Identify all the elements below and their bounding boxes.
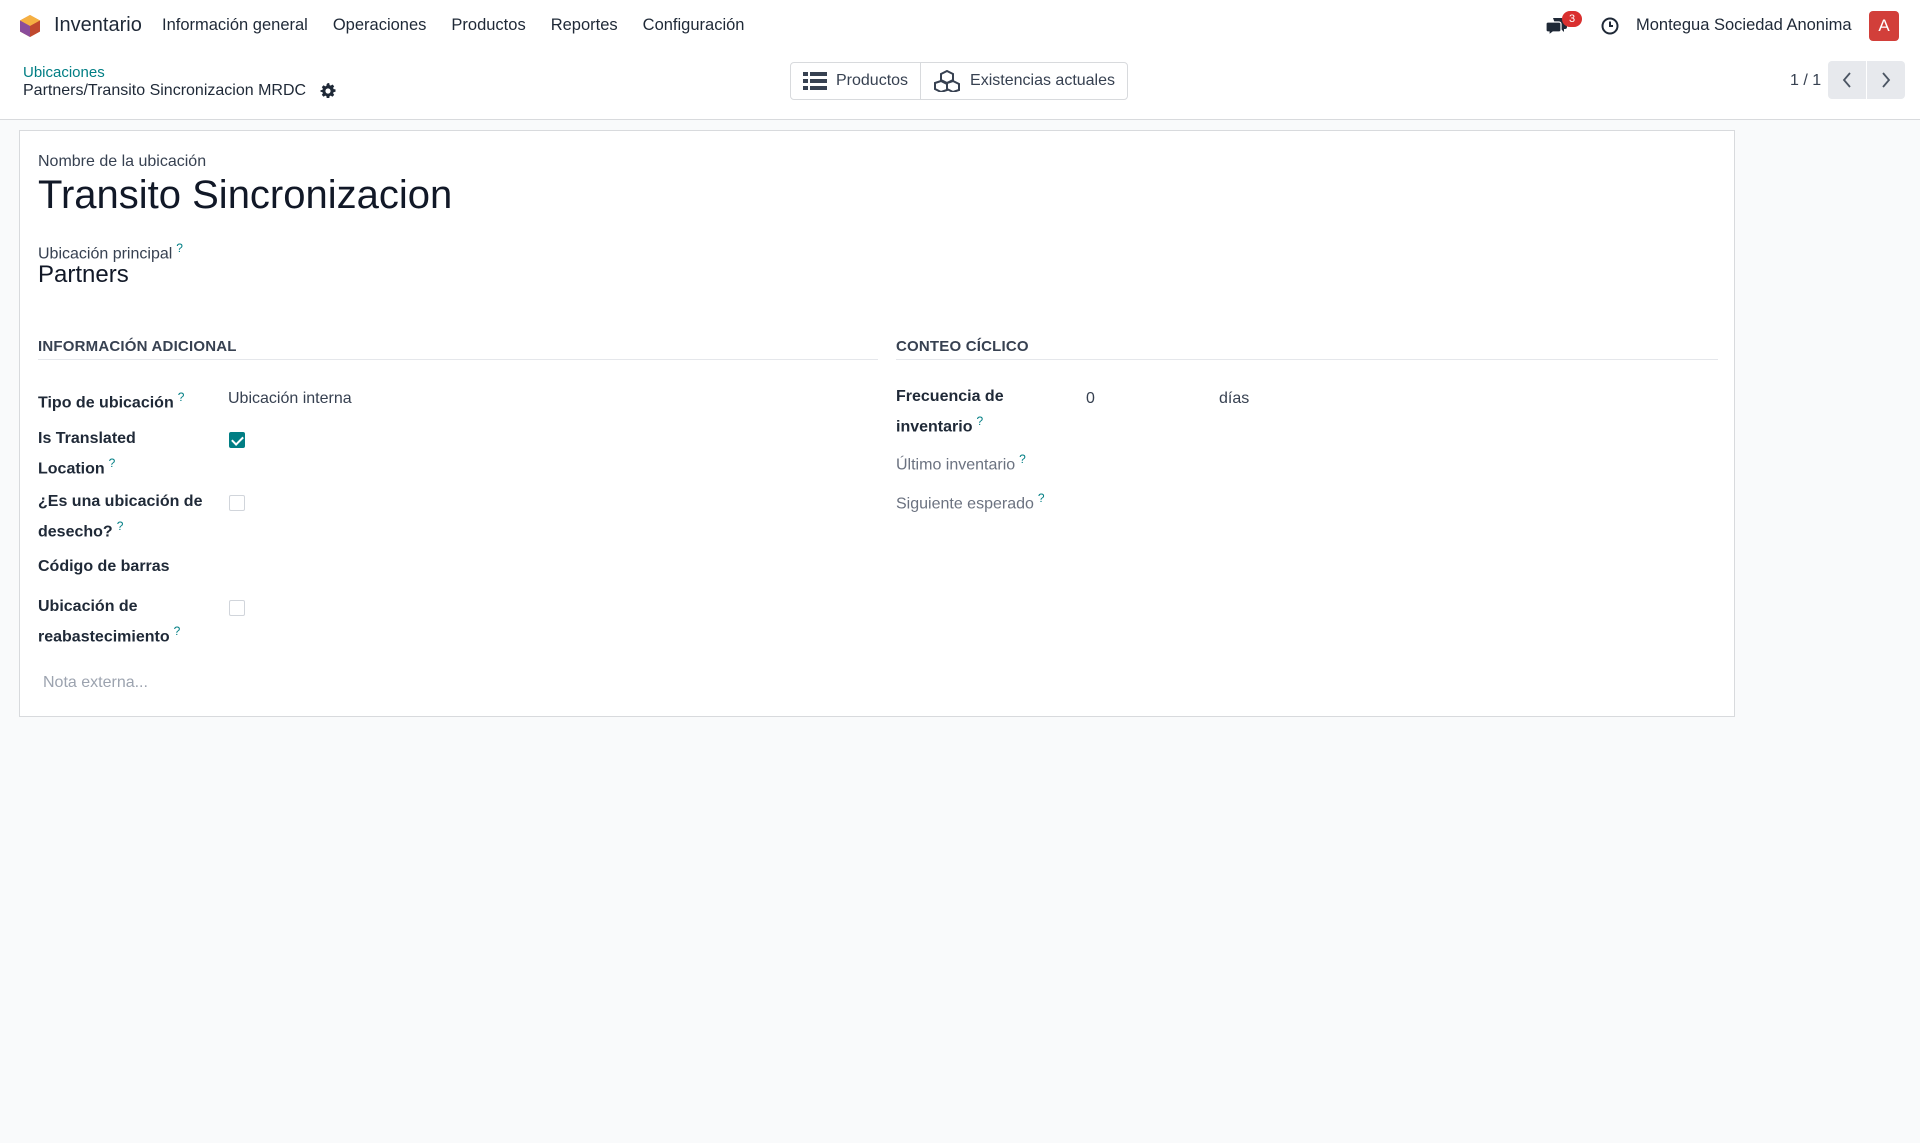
menu-item-reports[interactable]: Reportes [551,16,618,35]
help-icon[interactable]: ? [1038,491,1045,505]
app-name[interactable]: Inventario [54,14,142,37]
gear-icon[interactable] [320,83,336,99]
translated-location-label: Is Translated Location? [38,430,136,478]
smart-buttons: Productos Existencias actuales [790,62,1129,100]
location-type-field[interactable]: Ubicación interna [228,390,352,408]
replenish-location-label: Ubicación de reabastecimiento? [38,598,181,646]
user-avatar[interactable]: A [1869,11,1899,41]
form-sheet: Nombre de la ubicación Transito Sincroni… [19,130,1735,717]
help-icon[interactable]: ? [109,456,116,470]
main-menu: Información general Operaciones Producto… [162,16,744,35]
inventory-app-icon[interactable] [18,14,42,38]
pager-buttons [1828,61,1905,99]
inventory-frequency-label: Frecuencia de inventario? [896,388,1004,436]
scrap-location-checkbox[interactable] [229,495,245,511]
parent-location-label: Ubicación principal? [38,241,183,263]
help-icon[interactable]: ? [1019,452,1026,466]
breadcrumb-locations-link[interactable]: Ubicaciones [23,64,105,81]
control-panel: Ubicaciones Partners/Transito Sincroniza… [0,52,1920,120]
list-icon [803,72,827,90]
help-icon[interactable]: ? [976,414,983,428]
scrap-location-label: ¿Es una ubicación de desecho?? [38,493,203,541]
next-expected-label: Siguiente esperado? [896,491,1045,513]
inventory-frequency-field[interactable]: 0 [1086,390,1095,408]
menu-item-products[interactable]: Productos [451,16,525,35]
products-smart-button[interactable]: Productos [791,63,920,99]
company-switcher[interactable]: Montegua Sociedad Anonima [1636,16,1852,35]
help-icon[interactable]: ? [174,624,181,638]
frequency-unit: días [1219,390,1250,407]
location-name-field[interactable]: Transito Sincronizacion [38,173,452,218]
parent-location-field[interactable]: Partners [38,261,129,289]
location-type-label: Tipo de ubicación? [38,390,185,412]
section-additional-info-title: INFORMACIÓN ADICIONAL [38,338,237,355]
pager-previous-button[interactable] [1828,61,1866,99]
pager-value[interactable]: 1 / 1 [1790,72,1821,90]
cubes-icon [934,70,961,92]
help-icon[interactable]: ? [178,390,185,404]
section-cycle-count-title: CONTEO CÍCLICO [896,338,1029,355]
chevron-left-icon [1842,72,1851,88]
section-divider [896,359,1718,360]
menu-item-configuration[interactable]: Configuración [643,16,745,35]
chevron-right-icon [1882,72,1891,88]
menu-item-operations[interactable]: Operaciones [333,16,427,35]
stock-smart-button[interactable]: Existencias actuales [920,63,1127,99]
top-navbar: Inventario Información general Operacion… [0,0,1920,52]
menu-item-overview[interactable]: Información general [162,16,308,35]
last-inventory-label: Último inventario? [896,452,1026,474]
help-icon[interactable]: ? [176,241,183,255]
chat-count-badge: 3 [1562,11,1582,27]
products-smart-button-label: Productos [836,72,909,89]
help-icon[interactable]: ? [117,519,124,533]
location-name-label: Nombre de la ubicación [38,153,207,170]
section-divider [38,359,878,360]
activity-clock-icon[interactable] [1600,16,1620,36]
translated-location-checkbox[interactable] [229,432,245,448]
stock-smart-button-label: Existencias actuales [970,72,1116,89]
breadcrumb-current-record: Partners/Transito Sincronizacion MRDC [23,82,307,99]
barcode-label: Código de barras [38,558,170,575]
replenish-location-checkbox[interactable] [229,600,245,616]
external-note-field[interactable]: Nota externa... [43,674,148,692]
pager-next-button[interactable] [1867,61,1905,99]
